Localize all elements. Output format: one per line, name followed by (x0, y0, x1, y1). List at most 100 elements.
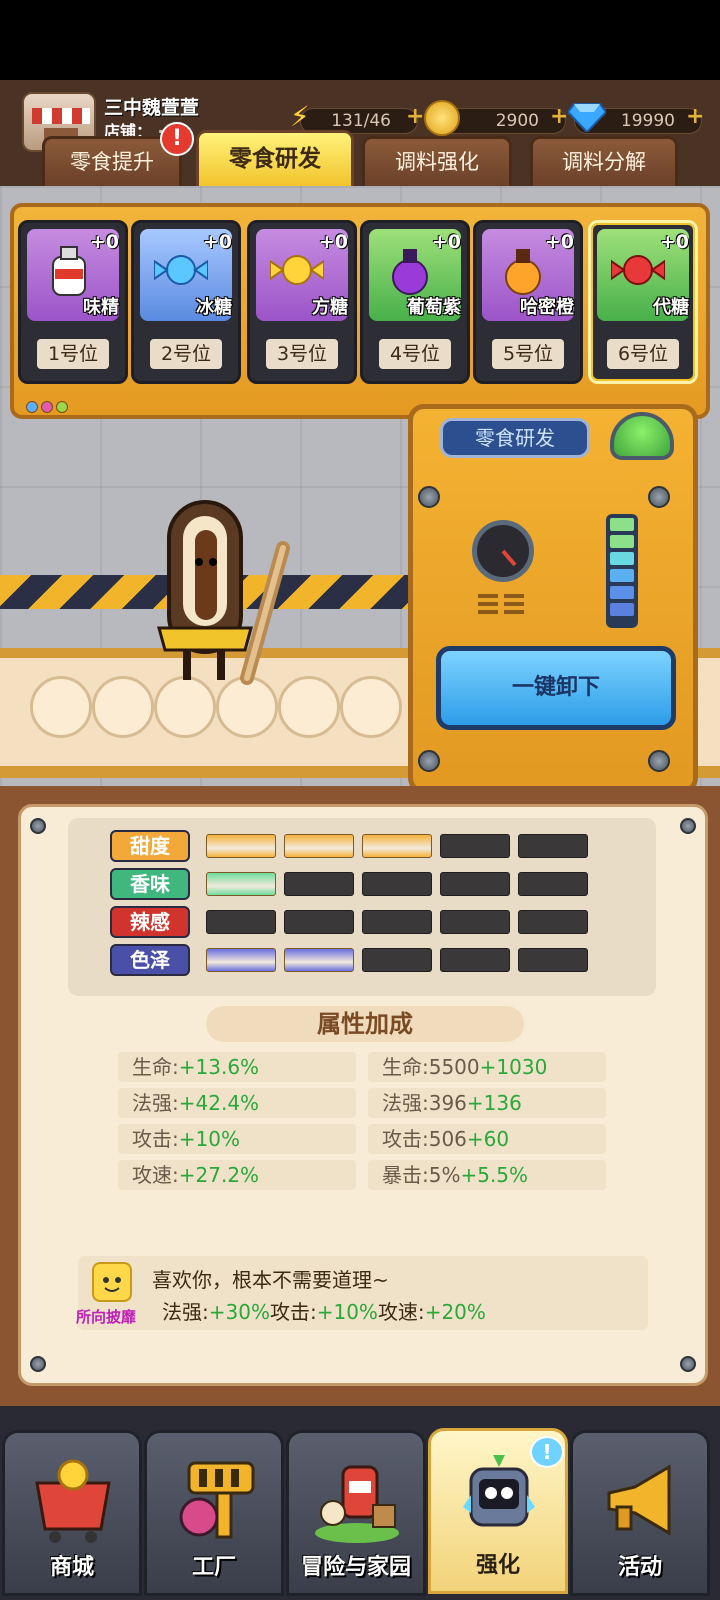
nav-label: 商城 (49, 1555, 94, 1580)
attribute-bar-segment (518, 834, 588, 858)
total-stat: 攻击:506+60 (368, 1124, 606, 1154)
attribute-bar-segment (440, 910, 510, 934)
slot-level: +0 (89, 231, 119, 253)
slot-name: 方糖 (312, 297, 348, 318)
belt-roller (30, 676, 92, 738)
robot-upgrade-icon (453, 1451, 545, 1543)
nav-label: 冒险与家园 (300, 1555, 411, 1580)
skill-face-icon[interactable] (92, 1262, 132, 1302)
attribute-bar-segment (284, 872, 354, 896)
nav-label: 活动 (617, 1555, 662, 1580)
skill-name: 所向披靡 (76, 1308, 137, 1326)
nav-shop[interactable]: 商城 (2, 1430, 142, 1596)
seasoning-slot-6[interactable]: +0 代糖 6号位 (588, 220, 698, 384)
slot-position: 6号位 (607, 339, 679, 369)
skill-effects: 法强:+30%攻击:+10%攻速:+20% (162, 1300, 486, 1324)
attribute-label: 甜度 (110, 830, 190, 862)
vent-icon (476, 592, 526, 616)
nav-label: 强化 (475, 1553, 520, 1578)
bolt-icon (648, 486, 670, 508)
seasoning-slot-1[interactable]: +0 味精 1号位 (18, 220, 128, 384)
attribute-bar-segment (284, 948, 354, 972)
machine-label: 零食研发 (440, 418, 590, 458)
progress-meter (606, 514, 638, 628)
bolt-icon (680, 1356, 696, 1372)
snack-character[interactable] (155, 500, 295, 700)
slot-position: 1号位 (37, 339, 109, 369)
seasoning-slot-5[interactable]: +0 哈密橙 5号位 (473, 220, 583, 384)
bolt-icon (648, 750, 670, 772)
seasoning-slot-4[interactable]: +0 葡萄紫 4号位 (360, 220, 470, 384)
belt-roller (340, 676, 402, 738)
bonus-stat: 法强:+42.4% (118, 1088, 356, 1118)
bonus-stat: 生命:+13.6% (118, 1052, 356, 1082)
total-stat: 生命:5500+1030 (368, 1052, 606, 1082)
slot-level: +0 (318, 231, 348, 253)
pressure-gauge-icon (472, 520, 534, 582)
seasoning-slot-3[interactable]: +0 方糖 3号位 (247, 220, 357, 384)
nav-factory[interactable]: 工厂 (144, 1430, 284, 1596)
tab-seasoning-enhance[interactable]: 调料强化 (362, 136, 512, 186)
attribute-bar-segment (518, 872, 588, 896)
slot-level: +0 (431, 231, 461, 253)
msg-bottle-icon (41, 243, 95, 297)
attribute-bar-segment (206, 910, 276, 934)
bolt-icon (680, 818, 696, 834)
purple-potion-icon (383, 243, 437, 297)
lightning-icon: ⚡ (290, 100, 310, 133)
attribute-bar-segment (206, 872, 276, 896)
factory-icon (169, 1453, 261, 1545)
unload-all-button[interactable]: 一键卸下 (436, 646, 676, 730)
attribute-bar-segment (362, 872, 432, 896)
tab-alert-badge: ! (160, 122, 194, 156)
nav-activity[interactable]: 活动 (570, 1430, 710, 1596)
bolt-icon (418, 486, 440, 508)
slot-level: +0 (659, 231, 689, 253)
total-stat: 法强:396+136 (368, 1088, 606, 1118)
shop-cart-icon (27, 1453, 119, 1545)
coin-icon (424, 100, 460, 136)
attribute-bar-segment (206, 834, 276, 858)
nav-adventure[interactable]: 冒险与家园 (286, 1430, 426, 1596)
total-stat: 暴击:5%+5.5% (368, 1160, 606, 1190)
blue-candy-icon (153, 243, 209, 297)
slot-name: 味精 (83, 297, 119, 318)
attribute-bar-segment (440, 872, 510, 896)
diamond-icon (566, 100, 608, 134)
tab-snack-research[interactable]: 零食研发 (196, 130, 354, 186)
research-machine (408, 404, 698, 794)
skill-description: 喜欢你，根本不需要道理~ (152, 1268, 389, 1292)
attribute-bar-segment (284, 834, 354, 858)
energy-add-button[interactable]: + (406, 104, 424, 129)
bonus-stat: 攻击:+10% (118, 1124, 356, 1154)
slot-name: 哈密橙 (520, 297, 574, 318)
bolt-icon (30, 1356, 46, 1372)
gem-add-button[interactable]: + (686, 104, 704, 129)
adventure-icon (311, 1453, 403, 1545)
nav-enhance-badge: ! (530, 1436, 564, 1468)
attribute-bar-segment (440, 948, 510, 972)
red-candy-icon (610, 243, 666, 297)
attribute-bar-segment (362, 910, 432, 934)
attribute-bar-segment (518, 948, 588, 972)
slot-position: 4号位 (379, 339, 451, 369)
attribute-bar-segment (206, 948, 276, 972)
horn-icon (595, 1453, 687, 1545)
slot-level: +0 (544, 231, 574, 253)
attribute-bar-segment (284, 910, 354, 934)
attribute-label: 香味 (110, 868, 190, 900)
belt-roller (92, 676, 154, 738)
orange-potion-icon (496, 243, 550, 297)
bolt-icon (418, 750, 440, 772)
slot-name: 代糖 (653, 297, 689, 318)
seasoning-slot-2[interactable]: +0 冰糖 2号位 (131, 220, 241, 384)
slot-name: 葡萄紫 (407, 297, 461, 318)
attribute-bar-segment (440, 834, 510, 858)
nav-label: 工厂 (191, 1555, 236, 1580)
coin-add-button[interactable]: + (550, 104, 568, 129)
tab-seasoning-decompose[interactable]: 调料分解 (530, 136, 678, 186)
bolt-icon (30, 818, 46, 834)
slot-position: 5号位 (492, 339, 564, 369)
slot-position: 3号位 (266, 339, 338, 369)
attribute-bar-segment (362, 948, 432, 972)
